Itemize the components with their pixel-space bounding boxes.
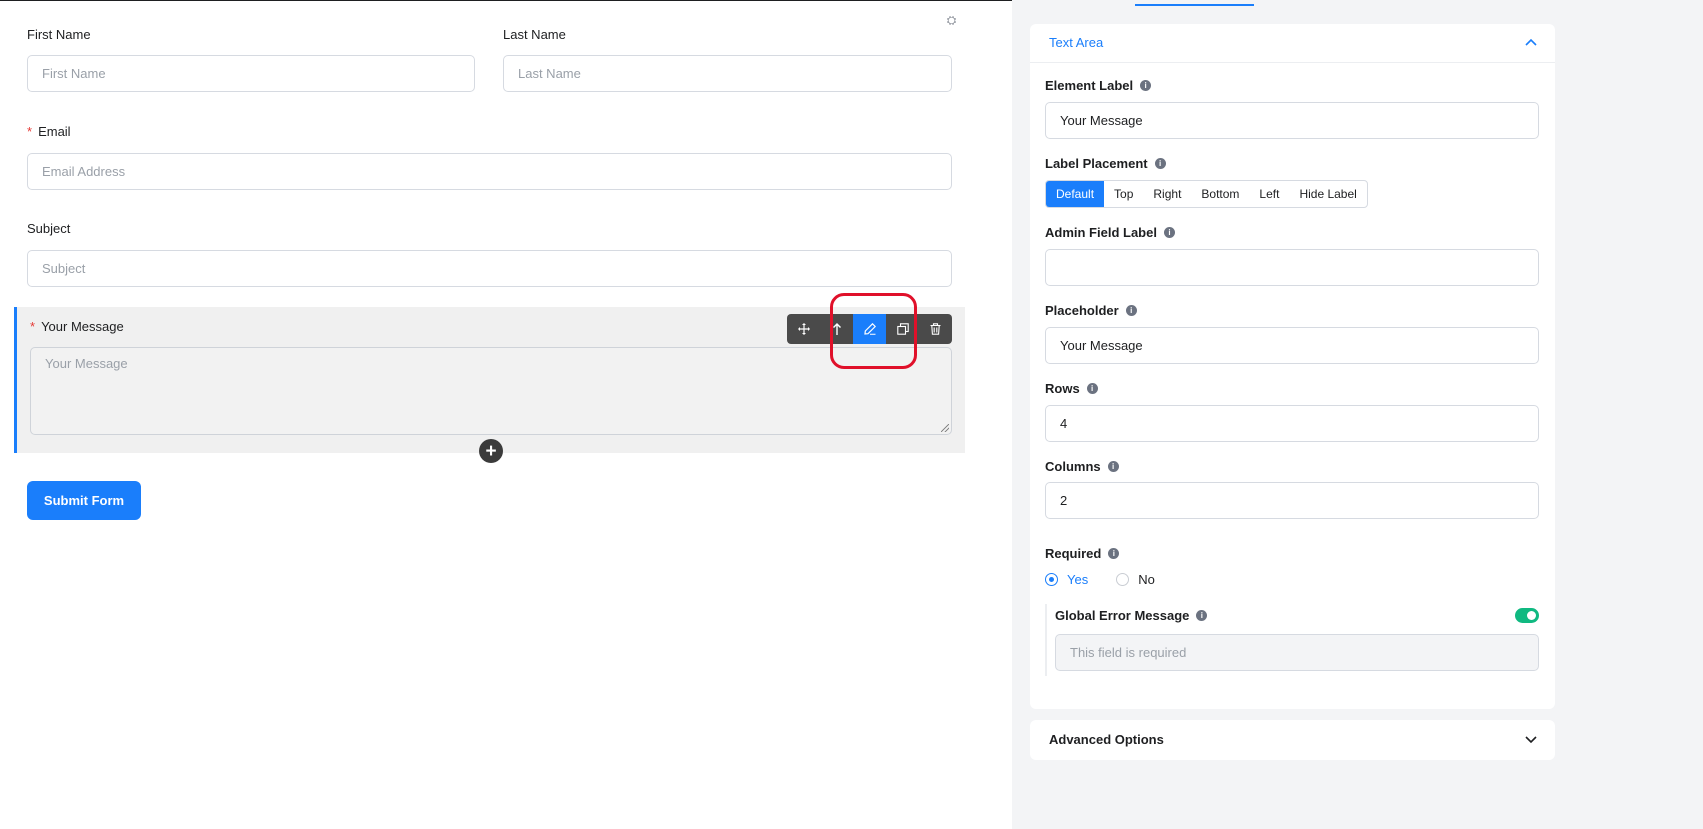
columns-input[interactable]: 2 <box>1045 482 1539 519</box>
last-name-input[interactable]: Last Name <box>503 55 952 92</box>
global-error-input[interactable]: This field is required <box>1055 634 1539 671</box>
placement-option-right[interactable]: Right <box>1143 181 1191 207</box>
text-area-settings-header[interactable] <box>1030 24 1555 63</box>
admin-field-label-text: Admin Field Label <box>1045 225 1157 240</box>
email-input[interactable]: Email Address <box>27 153 952 190</box>
columns-label-text: Columns <box>1045 459 1101 474</box>
required-mark: * <box>27 124 33 139</box>
global-error-indent-line <box>1045 604 1047 676</box>
required-yes-label[interactable]: Yes <box>1067 572 1088 587</box>
info-icon[interactable]: i <box>1154 158 1166 169</box>
admin-field-label-label: Admin Field Label i <box>1045 225 1175 240</box>
info-icon[interactable]: i <box>1196 610 1208 621</box>
email-label: * Email <box>27 124 71 139</box>
rows-label: Rows i <box>1045 381 1098 396</box>
submit-form-button[interactable]: Submit Form <box>27 481 141 520</box>
placement-option-bottom[interactable]: Bottom <box>1191 181 1249 207</box>
label-placement-label: Label Placement i <box>1045 156 1166 171</box>
info-icon[interactable]: i <box>1086 383 1098 394</box>
label-placement-options: Default Top Right Bottom Left Hide Label <box>1045 180 1368 208</box>
message-label: * Your Message <box>30 319 124 334</box>
edit-button-highlight <box>830 293 917 369</box>
element-label-input[interactable]: Your Message <box>1045 102 1539 139</box>
info-icon[interactable]: i <box>1107 461 1119 472</box>
trash-icon[interactable] <box>919 314 952 344</box>
required-radio-group: Yes No <box>1045 572 1155 587</box>
placement-option-default[interactable]: Default <box>1046 181 1105 207</box>
email-label-text: Email <box>38 124 71 139</box>
placement-option-top[interactable]: Top <box>1104 181 1143 207</box>
global-error-toggle[interactable] <box>1515 608 1539 623</box>
required-no-radio[interactable] <box>1116 573 1130 586</box>
first-name-input[interactable]: First Name <box>27 55 475 92</box>
element-label-label: Element Label i <box>1045 78 1152 93</box>
required-no-label[interactable]: No <box>1138 572 1155 587</box>
required-yes-radio[interactable] <box>1045 573 1058 586</box>
subject-label: Subject <box>27 221 71 236</box>
message-placeholder: Your Message <box>45 356 128 371</box>
message-textarea[interactable]: Your Message <box>30 347 952 435</box>
required-mark: * <box>30 319 36 334</box>
add-field-icon[interactable]: + <box>479 439 503 463</box>
global-error-label-text: Global Error Message <box>1055 608 1190 623</box>
placement-option-hide-label[interactable]: Hide Label <box>1289 181 1366 207</box>
subject-input[interactable]: Subject <box>27 250 952 287</box>
advanced-options-title: Advanced Options <box>1049 732 1164 747</box>
chevron-down-icon[interactable] <box>1525 736 1537 744</box>
move-icon[interactable] <box>787 314 820 344</box>
form-canvas: ⛭ First Name First Name Last Name Last N… <box>0 0 1012 829</box>
rows-label-text: Rows <box>1045 381 1080 396</box>
placeholder-label: Placeholder i <box>1045 303 1137 318</box>
placeholder-input[interactable]: Your Message <box>1045 327 1539 364</box>
placeholder-label-text: Placeholder <box>1045 303 1119 318</box>
first-name-label: First Name <box>27 27 91 42</box>
settings-icon[interactable]: ⛭ <box>945 14 958 27</box>
info-icon[interactable]: i <box>1140 80 1152 91</box>
info-icon[interactable]: i <box>1163 227 1175 238</box>
info-icon[interactable]: i <box>1125 305 1137 316</box>
rows-input[interactable]: 4 <box>1045 405 1539 442</box>
label-placement-text: Label Placement <box>1045 156 1148 171</box>
section-title: Text Area <box>1049 35 1104 50</box>
active-tab-indicator <box>1135 4 1254 6</box>
columns-label: Columns i <box>1045 459 1119 474</box>
placement-option-left[interactable]: Left <box>1249 181 1289 207</box>
required-label-text: Required <box>1045 546 1102 561</box>
required-label: Required i <box>1045 546 1120 561</box>
element-label-text: Element Label <box>1045 78 1134 93</box>
global-error-label: Global Error Message i <box>1055 608 1208 623</box>
info-icon[interactable]: i <box>1108 548 1120 559</box>
last-name-label: Last Name <box>503 27 566 42</box>
message-label-text: Your Message <box>41 319 124 334</box>
chevron-up-icon[interactable] <box>1525 38 1537 46</box>
admin-field-label-input[interactable] <box>1045 249 1539 286</box>
resize-handle[interactable] <box>941 424 949 432</box>
